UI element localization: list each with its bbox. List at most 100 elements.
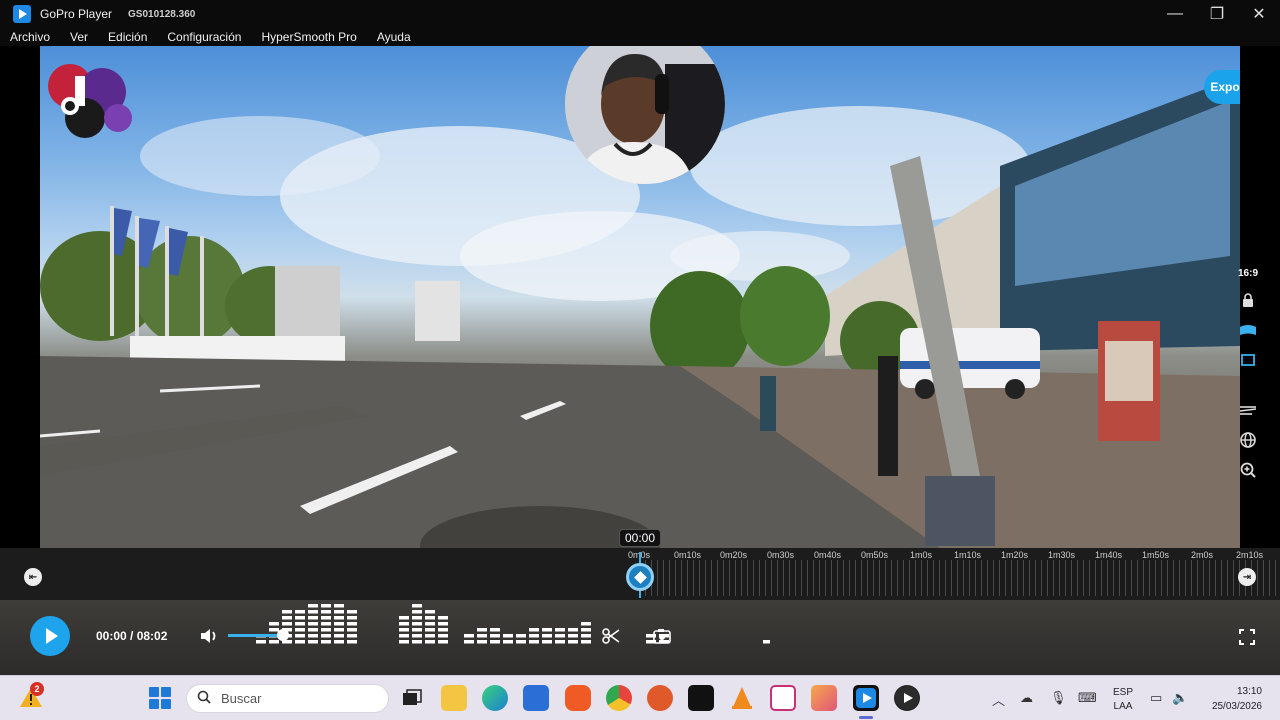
visualizer-block	[347, 622, 357, 626]
visualizer-block	[269, 640, 279, 644]
visualizer-block	[438, 634, 448, 638]
chevron-up-icon[interactable]: ︿	[992, 690, 1005, 709]
windows-start-icon[interactable]	[149, 687, 171, 709]
trim-start-button[interactable]: ⇤	[24, 568, 42, 586]
chrome-icon[interactable]	[606, 685, 632, 711]
visualizer-block	[347, 628, 357, 632]
visualizer-block	[503, 640, 513, 644]
minimize-button[interactable]: —	[1153, 0, 1197, 28]
player-controls: 00:00 / 08:02	[0, 600, 1280, 675]
visualizer-block	[334, 610, 344, 614]
visualizer-block	[438, 628, 448, 632]
export-button[interactable]: Exportar	[1204, 70, 1240, 104]
playhead-handle[interactable]	[626, 563, 654, 591]
visualizer-block	[425, 628, 435, 632]
visualizer-block	[321, 622, 331, 626]
language-indicator[interactable]: ESP LAA	[1113, 686, 1133, 714]
visualizer-block	[568, 640, 578, 644]
visualizer-block	[347, 610, 357, 614]
snipping-tool-icon[interactable]	[770, 685, 796, 711]
visualizer-block	[308, 634, 318, 638]
visualizer-block	[321, 604, 331, 608]
tiktok-sticker	[48, 64, 132, 138]
taskbar-search[interactable]: Buscar	[186, 684, 389, 713]
visualizer-block	[295, 610, 305, 614]
crop-icon[interactable]	[1233, 345, 1263, 375]
visualizer-block	[321, 634, 331, 638]
task-view-icon[interactable]	[399, 685, 425, 711]
visualizer-block	[568, 634, 578, 638]
timeline-track[interactable]	[640, 560, 1280, 596]
horizon-icon[interactable]	[1233, 395, 1263, 425]
volume-tray-icon[interactable]: 🔈	[1172, 690, 1188, 706]
globe-icon[interactable]	[1233, 425, 1263, 455]
visualizer-block	[477, 634, 487, 638]
visualizer-block	[308, 610, 318, 614]
title-bar: GoPro Player GS010128.360 — ❐ ✕	[0, 0, 1280, 28]
gopro-app-icon	[13, 5, 31, 23]
menu-ayuda[interactable]: Ayuda	[367, 30, 421, 44]
visualizer-block	[529, 634, 539, 638]
video-viewport[interactable]: Exportar	[40, 46, 1240, 548]
fullscreen-icon[interactable]	[1236, 626, 1258, 648]
scissors-icon[interactable]	[596, 622, 626, 650]
timeline-tick: 1m40s	[1095, 550, 1123, 560]
clock[interactable]: 13:10 25/03/2026	[1200, 684, 1262, 714]
lock-icon[interactable]	[1233, 285, 1263, 315]
audio-visualizer	[256, 604, 770, 644]
visualizer-block	[282, 610, 292, 614]
edge-icon[interactable]	[482, 685, 508, 711]
display-icon[interactable]: ▭	[1150, 690, 1162, 706]
clock-date: 25/03/2026	[1211, 701, 1262, 712]
gopro-player-icon[interactable]	[853, 685, 879, 711]
menu-configuracion[interactable]: Configuración	[157, 30, 251, 44]
cloud-off-icon[interactable]: ☁	[1020, 690, 1033, 706]
app-title: GoPro Player	[40, 7, 113, 21]
duckduckgo-icon[interactable]	[647, 685, 673, 711]
visualizer-block	[425, 622, 435, 626]
timeline[interactable]: ⇤ 0m0s 0m10s 0m20s 0m30s 0m40s 0m50s 1m0…	[0, 548, 1280, 600]
maximize-button[interactable]: ❐	[1195, 0, 1239, 28]
timeline-tick: 2m10s	[1236, 550, 1264, 560]
menu-hypersmooth-pro[interactable]: HyperSmooth Pro	[251, 30, 366, 44]
zoom-in-icon[interactable]	[1233, 455, 1263, 485]
visualizer-block	[516, 634, 526, 638]
store-icon[interactable]	[523, 685, 549, 711]
speaker-icon[interactable]	[198, 625, 220, 647]
clipchamp-icon[interactable]	[811, 685, 837, 711]
visualizer-block	[464, 640, 474, 644]
file-explorer-icon[interactable]	[441, 685, 467, 711]
visualizer-block	[334, 640, 344, 644]
trim-end-button[interactable]: ⇥	[1238, 568, 1256, 586]
visualizer-block	[282, 616, 292, 620]
visualizer-block	[269, 622, 279, 626]
timeline-tick: 1m10s	[954, 550, 982, 560]
visualizer-block	[542, 628, 552, 632]
visualizer-block	[529, 628, 539, 632]
visualizer-block	[282, 622, 292, 626]
keyboard-icon[interactable]: ⌨	[1078, 690, 1097, 706]
visualizer-block	[334, 622, 344, 626]
visualizer-block	[399, 634, 409, 638]
media-player-icon[interactable]	[894, 685, 920, 711]
visualizer-block	[334, 634, 344, 638]
visualizer-block	[399, 616, 409, 620]
vlc-icon[interactable]	[729, 685, 755, 711]
visualizer-block	[399, 622, 409, 626]
play-button[interactable]	[30, 616, 70, 656]
menu-archivo[interactable]: Archivo	[0, 30, 60, 44]
visualizer-block	[490, 628, 500, 632]
menu-ver[interactable]: Ver	[60, 30, 98, 44]
visualizer-block	[425, 616, 435, 620]
menu-edicion[interactable]: Edición	[98, 30, 157, 44]
microphone-icon[interactable]: 🎙	[1050, 690, 1067, 706]
aspect-ratio-label[interactable]: 16:9	[1238, 268, 1258, 279]
visualizer-block	[308, 604, 318, 608]
warning-widget-icon[interactable]: 2	[18, 682, 44, 710]
close-button[interactable]: ✕	[1237, 0, 1280, 28]
snapshot-icon[interactable]	[648, 622, 678, 650]
capcut-icon[interactable]	[688, 685, 714, 711]
reframe-icon[interactable]	[1233, 315, 1263, 345]
visualizer-block	[256, 640, 266, 644]
brave-icon[interactable]	[565, 685, 591, 711]
